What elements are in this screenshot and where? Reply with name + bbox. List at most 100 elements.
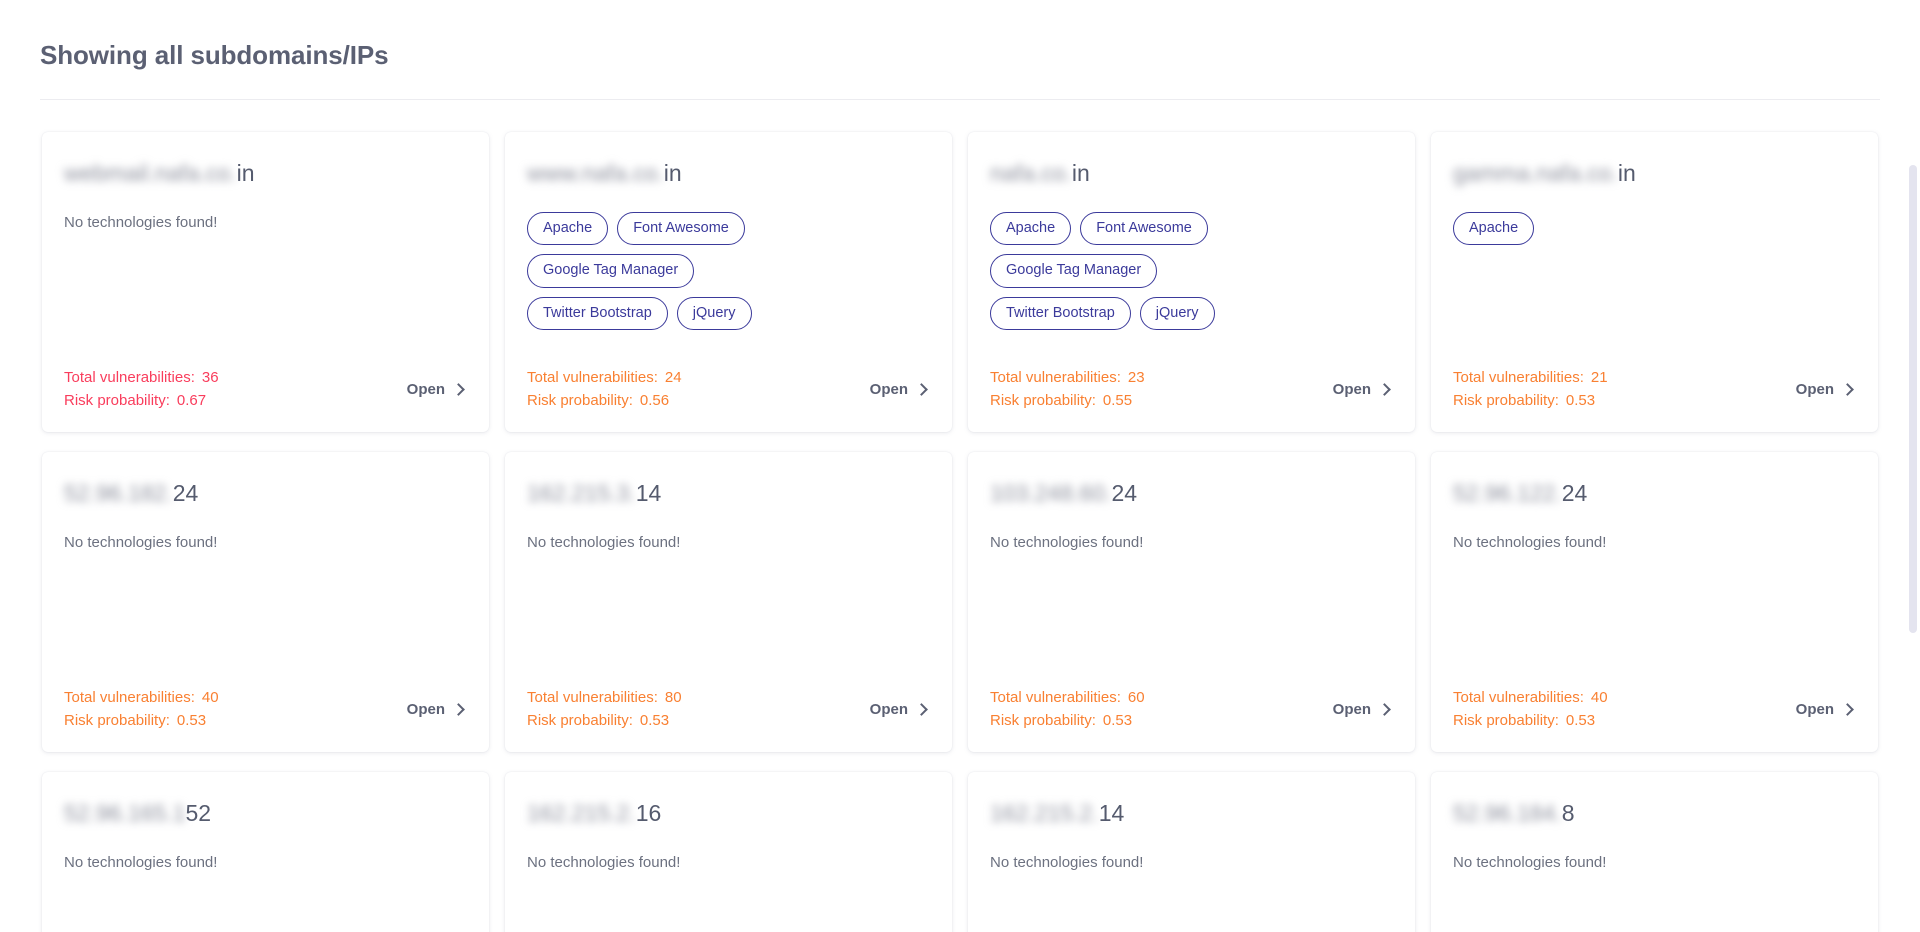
card-technology-section: No technologies found! xyxy=(64,838,467,932)
no-technologies-message: No technologies found! xyxy=(990,533,1144,551)
host-redacted-part: 162.215.2. xyxy=(527,800,636,827)
subdomain-card[interactable]: 52.96.122.24 No technologies found! Total … xyxy=(1431,452,1878,753)
subdomain-card-cell: www.nafa.co.in Apache Font Awesome Google T… xyxy=(497,122,960,442)
chevron-right-icon xyxy=(915,382,928,396)
risk-probability-value: 0.53 xyxy=(1102,711,1133,729)
risk-probability-line: Risk probability: 0.53 xyxy=(527,710,682,733)
total-vulnerabilities-line: Total vulnerabilities: 60 xyxy=(990,687,1145,710)
total-vulnerabilities-label: Total vulnerabilities: xyxy=(990,689,1121,707)
subdomain-card[interactable]: 162.215.2.16 No technologies found! xyxy=(505,772,952,932)
subdomain-card[interactable]: 162.215.2.14 No technologies found! xyxy=(968,772,1415,932)
open-button[interactable]: Open xyxy=(407,701,467,718)
subdomain-card[interactable]: 52.96.184.8 No technologies found! xyxy=(1431,772,1878,932)
technology-pill[interactable]: Twitter Bootstrap xyxy=(527,296,668,331)
card-host-name: 162.215.2.14 xyxy=(990,800,1393,828)
subdomain-card[interactable]: 52.96.165.152 No technologies found! xyxy=(42,772,489,932)
total-vulnerabilities-label: Total vulnerabilities: xyxy=(990,369,1121,387)
open-button[interactable]: Open xyxy=(1796,701,1856,718)
host-redacted-part: 162.215.3. xyxy=(527,480,636,507)
open-button[interactable]: Open xyxy=(407,381,467,398)
open-button[interactable]: Open xyxy=(870,381,930,398)
total-vulnerabilities-label: Total vulnerabilities: xyxy=(64,689,195,707)
risk-probability-line: Risk probability: 0.53 xyxy=(1453,710,1608,733)
subdomain-card[interactable]: nafa.co.in Apache Font Awesome Google Tag M… xyxy=(968,132,1415,433)
card-footer: Total vulnerabilities: 21 Risk probability… xyxy=(1453,367,1856,412)
open-button-label: Open xyxy=(869,701,908,719)
technology-pill[interactable]: Twitter Bootstrap xyxy=(990,296,1131,331)
subdomain-card[interactable]: www.nafa.co.in Apache Font Awesome Google T… xyxy=(505,132,952,433)
technology-pill[interactable]: Google Tag Manager xyxy=(990,254,1158,288)
host-redacted-part: www.nafa.co. xyxy=(527,160,664,187)
page-scrollbar-track[interactable] xyxy=(1906,0,1920,932)
risk-probability-line: Risk probability: 0.67 xyxy=(64,390,219,413)
no-technologies-message: No technologies found! xyxy=(64,853,218,871)
card-footer: Total vulnerabilities: 24 Risk probability… xyxy=(527,367,930,412)
card-technology-section: Apache Font Awesome Google Tag Manager Twit… xyxy=(990,198,1393,347)
technology-pill[interactable]: Font Awesome xyxy=(1080,211,1208,246)
card-technology-section: No technologies found! xyxy=(64,198,467,347)
risk-probability-label: Risk probability: xyxy=(990,391,1096,409)
subdomain-card[interactable]: 103.248.60.24 No technologies found! Total… xyxy=(968,452,1415,753)
host-visible-part: in xyxy=(1617,160,1636,187)
total-vulnerabilities-value: 24 xyxy=(664,369,682,387)
open-button[interactable]: Open xyxy=(1333,701,1393,718)
open-button-label: Open xyxy=(1795,701,1834,719)
no-technologies-message: No technologies found! xyxy=(990,853,1144,871)
no-technologies-message: No technologies found! xyxy=(1453,853,1607,871)
card-technology-section: No technologies found! xyxy=(1453,838,1856,932)
technology-pill[interactable]: Apache xyxy=(990,211,1072,246)
host-visible-part: in xyxy=(663,160,682,187)
risk-probability-label: Risk probability: xyxy=(527,391,633,409)
technology-pill[interactable]: Font Awesome xyxy=(617,211,745,246)
card-technology-section: Apache Font Awesome Google Tag Manager Twit… xyxy=(527,198,930,347)
total-vulnerabilities-label: Total vulnerabilities: xyxy=(527,369,658,387)
host-visible-part: 14 xyxy=(635,480,662,507)
technology-pill[interactable]: Google Tag Manager xyxy=(527,254,695,288)
risk-probability-label: Risk probability: xyxy=(990,711,1096,729)
subdomain-card-cell: 52.96.182.24 No technologies found! Total … xyxy=(34,442,497,762)
risk-probability-line: Risk probability: 0.53 xyxy=(64,710,219,733)
total-vulnerabilities-line: Total vulnerabilities: 21 xyxy=(1453,367,1608,390)
technology-pill[interactable]: Apache xyxy=(1453,211,1535,246)
chevron-right-icon xyxy=(1378,702,1391,716)
subdomain-card-cell: 52.96.122.24 No technologies found! Total … xyxy=(1423,442,1886,762)
technology-pill[interactable]: jQuery xyxy=(1139,296,1215,331)
chevron-right-icon xyxy=(915,702,928,716)
card-stats: Total vulnerabilities: 40 Risk probability… xyxy=(64,687,219,732)
subdomain-card[interactable]: webmail.nafa.co.in No technologies found!… xyxy=(42,132,489,433)
host-visible-part: 24 xyxy=(172,480,199,507)
card-footer: Total vulnerabilities: 23 Risk probability… xyxy=(990,367,1393,412)
technology-pill[interactable]: Apache xyxy=(527,211,609,246)
chevron-right-icon xyxy=(1841,382,1854,396)
total-vulnerabilities-label: Total vulnerabilities: xyxy=(527,689,658,707)
technology-pill-list: Apache Font Awesome Google Tag Manager Twit… xyxy=(990,211,1290,331)
card-host-name: 103.248.60.24 xyxy=(990,480,1393,508)
page-scrollbar-thumb[interactable] xyxy=(1909,165,1917,633)
risk-probability-label: Risk probability: xyxy=(64,711,170,729)
host-redacted-part: 52.96.165.1 xyxy=(64,800,186,827)
open-button[interactable]: Open xyxy=(1796,381,1856,398)
open-button[interactable]: Open xyxy=(870,701,930,718)
page-header: Showing all subdomains/IPs xyxy=(0,0,1920,101)
risk-probability-value: 0.53 xyxy=(176,711,207,729)
subdomain-card[interactable]: 162.215.3.14 No technologies found! Total … xyxy=(505,452,952,753)
open-button-label: Open xyxy=(869,381,908,399)
no-technologies-message: No technologies found! xyxy=(527,533,681,551)
card-host-name: 52.96.184.8 xyxy=(1453,800,1856,828)
no-technologies-message: No technologies found! xyxy=(1453,533,1607,551)
risk-probability-line: Risk probability: 0.53 xyxy=(990,710,1145,733)
host-visible-part: 16 xyxy=(635,800,662,827)
risk-probability-line: Risk probability: 0.55 xyxy=(990,390,1145,413)
no-technologies-message: No technologies found! xyxy=(527,853,681,871)
total-vulnerabilities-line: Total vulnerabilities: 36 xyxy=(64,367,219,390)
subdomain-card[interactable]: 52.96.182.24 No technologies found! Total … xyxy=(42,452,489,753)
subdomain-card-cell: 162.215.2.16 No technologies found! xyxy=(497,762,960,932)
host-visible-part: in xyxy=(1071,160,1090,187)
card-stats: Total vulnerabilities: 60 Risk probability… xyxy=(990,687,1145,732)
page-title: Showing all subdomains/IPs xyxy=(40,40,389,70)
total-vulnerabilities-label: Total vulnerabilities: xyxy=(1453,369,1584,387)
card-stats: Total vulnerabilities: 23 Risk probability… xyxy=(990,367,1145,412)
subdomain-card[interactable]: gamma.nafa.co.in Apache Total vulnerabilit… xyxy=(1431,132,1878,433)
technology-pill[interactable]: jQuery xyxy=(676,296,752,331)
open-button[interactable]: Open xyxy=(1333,381,1393,398)
